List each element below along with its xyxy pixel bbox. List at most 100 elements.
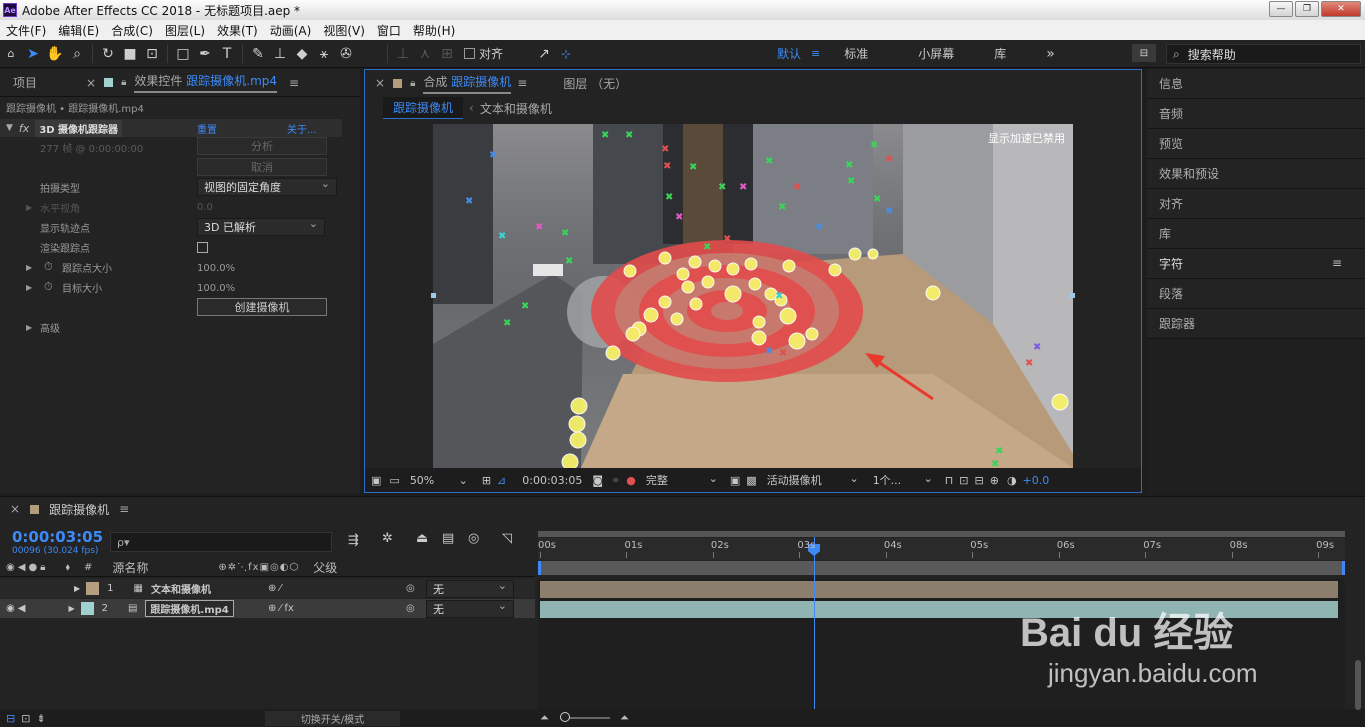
- panel-effects-presets[interactable]: 效果和预设: [1147, 159, 1365, 189]
- roi-icon[interactable]: ▣: [730, 474, 740, 487]
- exposure-value[interactable]: +0.0: [1023, 474, 1050, 487]
- video-toggle-icon[interactable]: ◉: [6, 603, 15, 614]
- solo-toggle-icon[interactable]: ●: [28, 562, 37, 573]
- timeline-tab[interactable]: 跟踪摄像机: [49, 501, 109, 518]
- tab-composition[interactable]: 合成 跟踪摄像机: [423, 73, 512, 94]
- rotate-tool-icon[interactable]: ↻: [97, 43, 119, 65]
- layer-row-1[interactable]: ▶ 1 ▦ 文本和摄像机 ⊕ ⁄ ◎ 无: [0, 579, 535, 598]
- reset-link[interactable]: 重置: [197, 121, 217, 136]
- close-tab-icon[interactable]: ×: [86, 76, 96, 90]
- hand-tool-icon[interactable]: ✋: [44, 43, 66, 65]
- lock-icon[interactable]: 🔒︎: [410, 78, 415, 89]
- menu-animation[interactable]: 动画(A): [264, 22, 318, 39]
- audio-toggle-icon[interactable]: ◀: [18, 603, 26, 614]
- snap-checkbox[interactable]: [464, 48, 475, 59]
- monitor-icon[interactable]: ▭: [389, 474, 399, 487]
- lock-toggle-icon[interactable]: 🔒︎: [40, 562, 45, 573]
- panel-audio[interactable]: 音频: [1147, 99, 1365, 129]
- workspace-standard[interactable]: 标准: [834, 45, 878, 62]
- about-link[interactable]: 关于...: [287, 121, 317, 136]
- puppet-pin-icon[interactable]: ✇: [335, 43, 357, 65]
- shape-tool-icon[interactable]: □: [172, 43, 194, 65]
- viewer-timecode[interactable]: 0:00:03:05: [522, 474, 582, 487]
- tab-project[interactable]: 项目: [0, 74, 50, 91]
- panel-preview[interactable]: 预览: [1147, 129, 1365, 159]
- lock-icon[interactable]: 🔒︎: [121, 77, 126, 88]
- layer-search-input[interactable]: ρ▾: [117, 536, 130, 549]
- panel-menu-icon[interactable]: ≡: [1332, 256, 1342, 270]
- panel-paragraph[interactable]: 段落: [1147, 279, 1365, 309]
- menu-file[interactable]: 文件(F): [0, 22, 52, 39]
- layer-switches[interactable]: ⊕ ⁄ fx: [268, 603, 294, 614]
- parent-pickwhip-icon[interactable]: ◎: [406, 583, 415, 594]
- work-area[interactable]: [538, 531, 1345, 537]
- workspace-default[interactable]: 默认: [767, 45, 811, 62]
- playhead-line[interactable]: [814, 537, 816, 709]
- timeline-timecode[interactable]: 0:00:03:05: [12, 528, 103, 546]
- quality-dropdown[interactable]: 完整 ⌄: [646, 472, 722, 488]
- stopwatch-icon[interactable]: ⏱︎: [44, 257, 53, 277]
- workspace-small-screen[interactable]: 小屏幕: [908, 45, 964, 62]
- zoom-dropdown[interactable]: 50% ⌄: [410, 474, 472, 487]
- eraser-tool-icon[interactable]: ◆: [291, 43, 313, 65]
- column-parent[interactable]: 父级: [313, 559, 337, 576]
- layer-expand-icon[interactable]: ▶: [74, 584, 80, 593]
- expand-arrow-icon[interactable]: ▼: [6, 123, 13, 133]
- fx-icon[interactable]: fx: [19, 122, 29, 135]
- fast-preview-icon[interactable]: ▣: [371, 474, 381, 487]
- layer-bar-1[interactable]: [540, 581, 1338, 598]
- snap-options-icon[interactable]: ↗: [533, 43, 555, 65]
- checkerboard-icon[interactable]: ▩: [746, 474, 756, 487]
- crumb-next[interactable]: 文本和摄像机: [480, 100, 552, 117]
- sync-settings-icon[interactable]: ⊟: [1132, 44, 1156, 62]
- snap-box-icon[interactable]: ⊹: [555, 43, 577, 65]
- transparency-grid-icon[interactable]: ⊿: [497, 474, 506, 487]
- shy-layers-icon[interactable]: ⏏: [416, 531, 428, 546]
- comp-flowchart-icon[interactable]: ⊟: [6, 712, 15, 725]
- column-source-name[interactable]: 源名称: [112, 559, 148, 576]
- zoom-in-icon[interactable]: ⏶: [620, 711, 629, 725]
- track-size-value[interactable]: 100.0%: [197, 258, 235, 278]
- viewer-area[interactable]: ✖ ✖ ✖ ✖ ✖ ✖ ✖ ✖ ✖ ✖ ✖ ✖ ✖ ✖ ✖ ✖ ✖ ✖ ✖ ✖ ✖ ✖ ✖ ✖ ✖ ✖ ✖…: [365, 122, 1141, 468]
- time-navigator[interactable]: [538, 561, 1345, 575]
- camera-tool-icon[interactable]: ■: [119, 43, 141, 65]
- flowchart-icon[interactable]: ⊕: [990, 474, 999, 487]
- camera-dropdown[interactable]: 活动摄像机 ⌄: [767, 472, 863, 488]
- time-ruler[interactable]: [538, 538, 1345, 560]
- layer-name[interactable]: 跟踪摄像机.mp4: [145, 600, 234, 617]
- frame-render-icon[interactable]: ⇟: [36, 712, 45, 725]
- menu-window[interactable]: 窗口: [371, 22, 407, 39]
- expand-panes-icon[interactable]: ⊡: [21, 712, 30, 725]
- menu-composition[interactable]: 合成(C): [105, 22, 159, 39]
- menu-edit[interactable]: 编辑(E): [52, 22, 105, 39]
- panel-library[interactable]: 库: [1147, 219, 1365, 249]
- comp-mini-flowchart-icon[interactable]: ⇶: [348, 533, 359, 548]
- show-snapshot-icon[interactable]: ⚭: [611, 474, 620, 487]
- frame-handle-right[interactable]: [1070, 293, 1075, 298]
- panel-menu-icon[interactable]: ≡: [289, 76, 299, 90]
- crumb-active[interactable]: 跟踪摄像机: [383, 97, 464, 119]
- zoom-tool-icon[interactable]: ⌕: [66, 43, 88, 65]
- close-tab-icon[interactable]: ×: [375, 76, 385, 90]
- advanced-expand-icon[interactable]: ▶: [26, 317, 32, 337]
- view-options-icon[interactable]: ⊓: [945, 474, 954, 487]
- render-track-checkbox[interactable]: [197, 242, 208, 253]
- layer-label-color[interactable]: [86, 582, 100, 595]
- parent-dropdown[interactable]: 无: [426, 599, 514, 618]
- zoom-out-icon[interactable]: ⏶: [540, 711, 549, 725]
- workspace-menu-icon[interactable]: ≡: [811, 47, 820, 60]
- panel-menu-icon[interactable]: ≡: [119, 502, 129, 516]
- panel-menu-icon[interactable]: ≡: [517, 76, 527, 90]
- layer-label-color[interactable]: [80, 602, 94, 615]
- panel-align[interactable]: 对齐: [1147, 189, 1365, 219]
- timeline-scrollbar[interactable]: [1355, 660, 1361, 710]
- hfov-expand-icon[interactable]: ▶: [26, 197, 32, 217]
- audio-toggle-icon[interactable]: ◀: [18, 562, 26, 573]
- show-track-dropdown[interactable]: 3D 已解析: [197, 217, 325, 236]
- target-size-expand-icon[interactable]: ▶: [26, 277, 32, 297]
- layer-row-2[interactable]: ◉ ◀ ▶ 2 ▤ 跟踪摄像机.mp4 ⊕ ⁄ fx ◎ 无: [0, 599, 535, 618]
- track-size-expand-icon[interactable]: ▶: [26, 257, 32, 277]
- toggle-switches-modes[interactable]: 切换开关/模式: [265, 710, 400, 726]
- analyze-button[interactable]: 分析: [197, 137, 327, 155]
- cancel-button[interactable]: 取消: [197, 158, 327, 176]
